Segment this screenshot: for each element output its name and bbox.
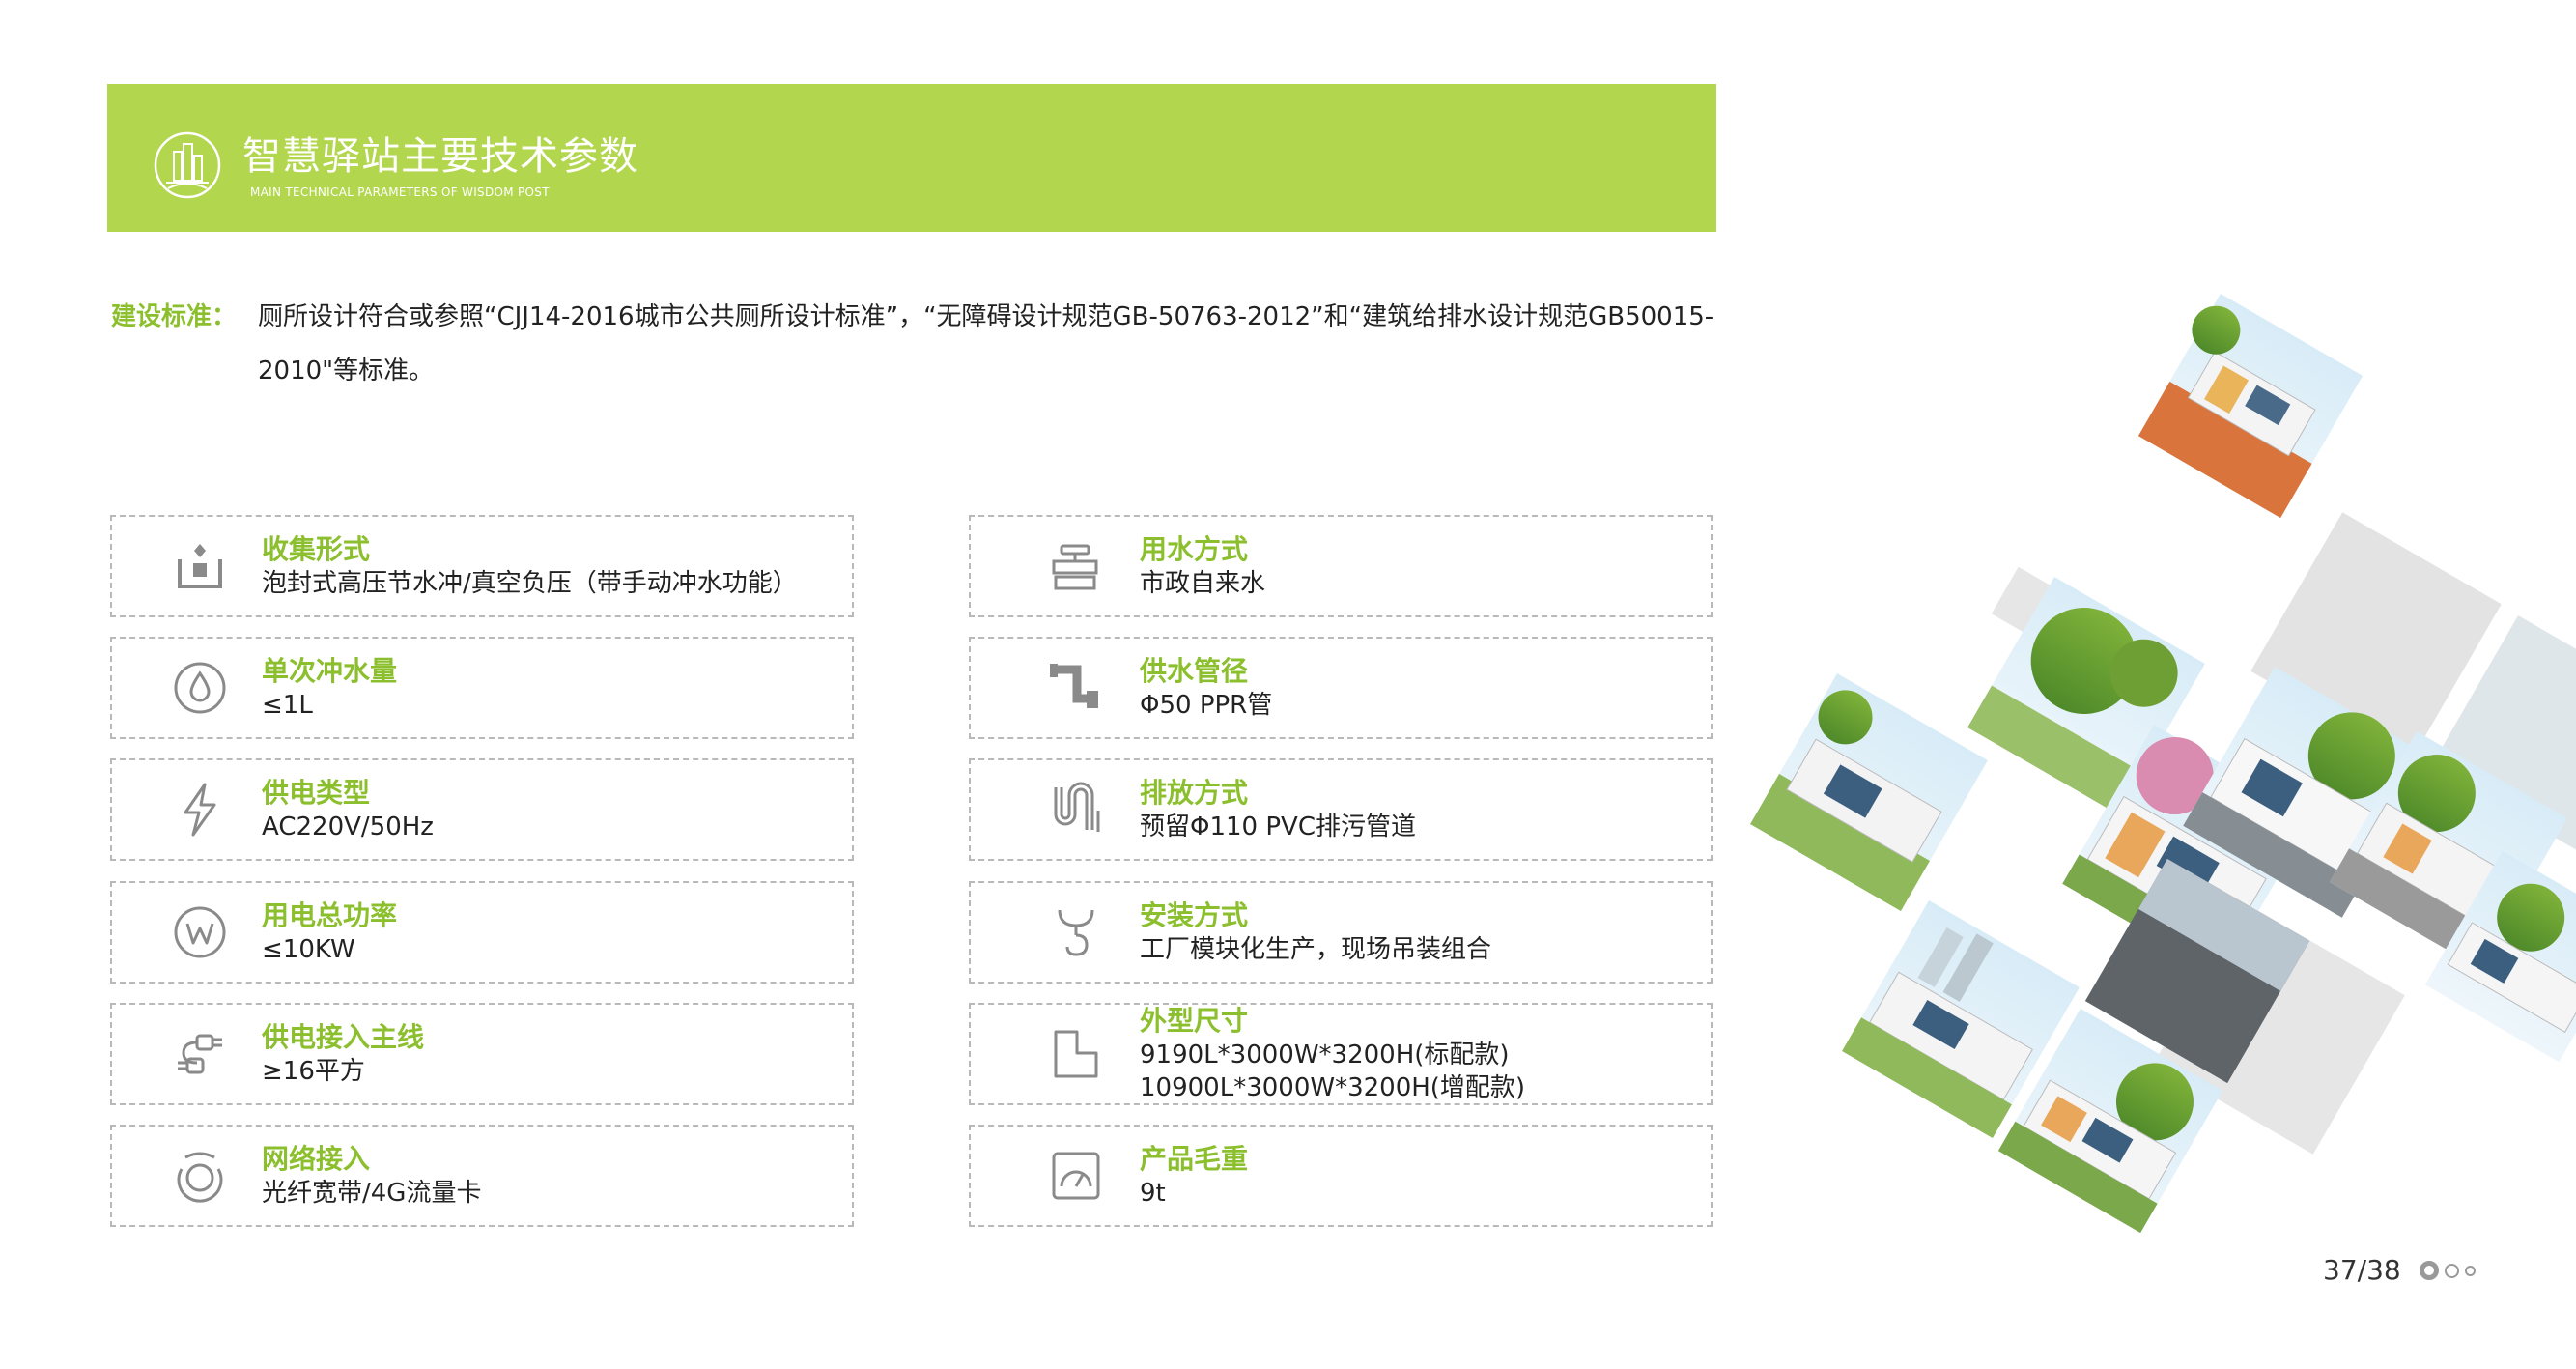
network-icon — [172, 1148, 228, 1204]
dot-icon[interactable] — [2445, 1264, 2459, 1278]
param-value: 预留Φ110 PVC排污管道 — [1140, 813, 1416, 841]
param-title: 产品毛重 — [1140, 1143, 1249, 1175]
param-value-secondary: 10900L*3000W*3200H(增配款) — [1140, 1073, 1526, 1102]
param-title: 供水管径 — [1140, 655, 1249, 687]
collage-tiles — [1750, 293, 2576, 1234]
param-card-water-supply: 用水方式 市政自来水 — [969, 515, 1713, 617]
building-logo-icon — [153, 130, 222, 200]
param-card-collection: 收集形式 泡封式高压节水冲/真空负压（带手动冲水功能） — [110, 515, 854, 617]
collection-icon — [172, 538, 228, 594]
pipe-icon — [1048, 660, 1104, 716]
param-value: 工厂模块化生产，现场吊装组合 — [1140, 935, 1492, 964]
param-value: 泡封式高压节水冲/真空负压（带手动冲水功能） — [262, 569, 798, 598]
param-card-dimensions: 外型尺寸 9190L*3000W*3200H(标配款) 10900L*3000W… — [969, 1003, 1713, 1105]
param-value: ≤10KW — [262, 935, 355, 964]
param-card-total-power: 用电总功率 ≤10KW — [110, 881, 854, 984]
dimension-icon — [1048, 1026, 1104, 1082]
param-value: ≥16平方 — [262, 1057, 365, 1086]
param-card-pipe-diameter: 供水管径 Φ50 PPR管 — [969, 637, 1713, 739]
param-title: 安装方式 — [1140, 899, 1249, 931]
lightning-icon — [172, 782, 228, 838]
water-drop-icon — [172, 660, 228, 716]
param-title: 供电接入主线 — [262, 1021, 425, 1053]
param-value: 9190L*3000W*3200H(标配款) — [1140, 1041, 1510, 1070]
dot-active-icon[interactable] — [2420, 1261, 2439, 1280]
dot-icon[interactable] — [2465, 1266, 2476, 1276]
header-banner: 智慧驿站主要技术参数 MAIN TECHNICAL PARAMETERS OF … — [107, 84, 1716, 232]
param-value: AC220V/50Hz — [262, 813, 434, 841]
faucet-icon — [1048, 538, 1104, 594]
standard-text: 厕所设计符合或参照“CJJ14-2016城市公共厕所设计标准”，“无障碍设计规范… — [258, 302, 1714, 385]
param-title: 外型尺寸 — [1140, 1005, 1249, 1037]
crane-hook-icon — [1048, 904, 1104, 960]
param-title: 单次冲水量 — [262, 655, 398, 687]
param-title: 网络接入 — [262, 1143, 371, 1175]
param-card-flush-volume: 单次冲水量 ≤1L — [110, 637, 854, 739]
drain-icon — [1048, 782, 1104, 838]
param-card-main-line: 供电接入主线 ≥16平方 — [110, 1003, 854, 1105]
page-subtitle: MAIN TECHNICAL PARAMETERS OF WISDOM POST — [250, 185, 550, 199]
param-value: 光纤宽带/4G流量卡 — [262, 1179, 482, 1208]
param-card-gross-weight: 产品毛重 9t — [969, 1125, 1713, 1227]
param-value: 市政自来水 — [1140, 569, 1266, 598]
watt-icon — [172, 904, 228, 960]
plug-icon — [172, 1026, 228, 1082]
param-title: 用水方式 — [1140, 533, 1249, 565]
param-card-discharge: 排放方式 预留Φ110 PVC排污管道 — [969, 758, 1713, 861]
param-card-network: 网络接入 光纤宽带/4G流量卡 — [110, 1125, 854, 1227]
param-title: 供电类型 — [262, 777, 371, 809]
weight-scale-icon — [1048, 1148, 1104, 1204]
page-indicator: 37/38 — [2323, 1254, 2401, 1286]
param-title: 用电总功率 — [262, 899, 398, 931]
page-title: 智慧驿站主要技术参数 — [242, 134, 638, 179]
param-card-installation: 安装方式 工厂模块化生产，现场吊装组合 — [969, 881, 1713, 984]
param-title: 收集形式 — [262, 533, 371, 565]
param-card-power-type: 供电类型 AC220V/50Hz — [110, 758, 854, 861]
standard-label: 建设标准： — [111, 302, 238, 331]
param-value: ≤1L — [262, 691, 313, 720]
param-value: Φ50 PPR管 — [1140, 691, 1273, 720]
param-value: 9t — [1140, 1179, 1166, 1208]
param-title: 排放方式 — [1140, 777, 1249, 809]
